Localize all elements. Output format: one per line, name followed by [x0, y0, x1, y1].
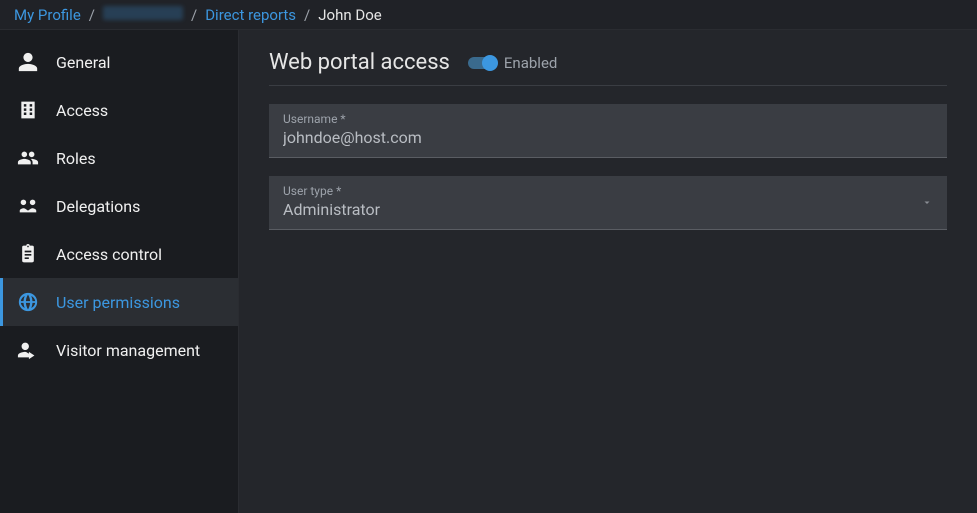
sidebar-item-label: General — [56, 53, 110, 72]
sidebar-item-label: User permissions — [56, 293, 180, 312]
toggle-track — [468, 57, 496, 69]
sidebar-item-user-permissions[interactable]: User permissions — [0, 278, 238, 326]
section-title: Web portal access — [269, 50, 450, 75]
breadcrumb-separator: / — [191, 6, 197, 24]
breadcrumb: My Profile / / Direct reports / John Doe — [0, 0, 977, 30]
section-header: Web portal access Enabled — [269, 50, 947, 86]
person-icon — [16, 50, 40, 74]
sidebar-item-delegations[interactable]: Delegations — [0, 182, 238, 230]
toggle-thumb — [482, 55, 498, 71]
user-type-select[interactable]: User type * Administrator — [269, 176, 947, 230]
sidebar-item-label: Visitor management — [56, 341, 200, 360]
user-type-value: Administrator — [283, 200, 933, 219]
breadcrumb-separator: / — [304, 6, 310, 24]
username-input[interactable] — [283, 128, 933, 147]
sidebar-item-label: Roles — [56, 149, 96, 168]
breadcrumb-my-profile[interactable]: My Profile — [14, 6, 81, 24]
content-area: Web portal access Enabled Username * Use… — [239, 30, 977, 513]
sidebar-item-label: Access control — [56, 245, 162, 264]
username-field[interactable]: Username * — [269, 104, 947, 158]
clipboard-icon — [16, 242, 40, 266]
breadcrumb-current: John Doe — [318, 6, 381, 24]
field-label: Username * — [283, 112, 933, 126]
web-portal-access-toggle[interactable]: Enabled — [468, 54, 557, 72]
redacted-text — [103, 6, 183, 20]
building-icon — [16, 98, 40, 122]
sidebar-item-label: Delegations — [56, 197, 140, 216]
field-label: User type * — [283, 184, 933, 198]
toggle-label: Enabled — [504, 54, 557, 72]
sidebar-item-roles[interactable]: Roles — [0, 134, 238, 182]
breadcrumb-separator: / — [89, 6, 95, 24]
globe-icon — [16, 290, 40, 314]
handshake-icon — [16, 194, 40, 218]
sidebar-item-visitor-management[interactable]: Visitor management — [0, 326, 238, 374]
group-icon — [16, 146, 40, 170]
sidebar: General Access Roles Delegations Access — [0, 30, 239, 513]
breadcrumb-direct-reports[interactable]: Direct reports — [205, 6, 296, 24]
chevron-down-icon — [921, 193, 933, 212]
sidebar-item-access[interactable]: Access — [0, 86, 238, 134]
sidebar-item-general[interactable]: General — [0, 38, 238, 86]
visitor-icon — [16, 338, 40, 362]
sidebar-item-label: Access — [56, 101, 108, 120]
sidebar-item-access-control[interactable]: Access control — [0, 230, 238, 278]
breadcrumb-redacted-item[interactable] — [103, 6, 183, 24]
